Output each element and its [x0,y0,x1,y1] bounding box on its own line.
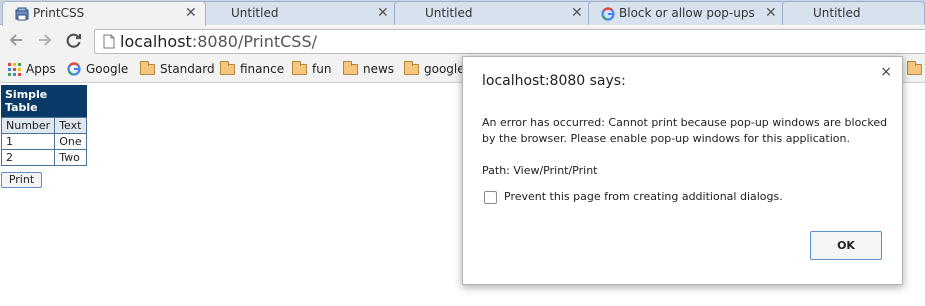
tab-close-icon[interactable]: ✕ [765,5,777,21]
bookmark-label: finance [240,62,285,76]
alert-dialog: localhost:8080 says: × An error has occu… [462,56,903,285]
browser-window: PrintCSS ✕ Untitled ✕ Untitled ✕ Block o… [0,0,925,306]
bookmark-folder-news[interactable]: news [343,60,394,78]
back-arrow-icon[interactable] [5,29,27,51]
tab-strip: PrintCSS ✕ Untitled ✕ Untitled ✕ Block o… [0,0,925,26]
bookmark-label: Apps [26,62,56,76]
navigation-toolbar: localhost:8080/PrintCSS/ [0,26,925,56]
bookmark-folder-standard[interactable]: Standard [140,60,215,78]
table-caption: Simple Table [1,85,87,117]
bookmark-label: fun [312,62,332,76]
bookmark-folder-finance[interactable]: finance [220,60,284,78]
close-icon[interactable]: × [880,64,892,80]
tab-printcss[interactable]: PrintCSS ✕ [2,1,206,26]
tab-untitled-3[interactable]: Untitled [782,1,925,25]
tab-title: Untitled [231,6,279,20]
forward-arrow-icon[interactable] [34,29,56,51]
dialog-message: An error has occurred: Cannot print beca… [482,116,888,145]
tab-block-popups[interactable]: Block or allow pop-ups in ✕ [588,1,786,25]
prevent-dialogs-checkbox[interactable] [484,191,497,204]
prevent-dialogs-label[interactable]: Prevent this page from creating addition… [504,190,783,203]
google-g-icon [601,7,615,21]
dialog-title: localhost:8080 says: [482,73,626,89]
bookmark-label: Standard [160,62,215,76]
folder-icon [292,60,307,75]
apps-grid-icon [8,62,21,76]
table-cell: Two [54,149,87,166]
tab-untitled-2[interactable]: Untitled ✕ [394,1,592,25]
google-g-icon [67,62,81,76]
table-cell: One [54,133,87,150]
folder-icon [404,60,419,75]
column-header: Text [54,117,87,134]
url-text: localhost:8080/PrintCSS/ [120,32,317,51]
table-row: 2 Two [0,149,87,166]
folder-icon [907,60,922,75]
tab-title: Untitled [425,6,473,20]
tab-untitled-1[interactable]: Untitled ✕ [200,1,398,25]
bookmark-label: Google [86,62,129,76]
tab-title: Block or allow pop-ups in [619,6,759,20]
bookmark-folder-fun[interactable]: fun [292,60,331,78]
simple-table: Simple Table Number Text 1 One 2 Two [0,85,87,166]
page-icon [103,34,115,49]
url-host: localhost [120,32,192,51]
address-bar[interactable]: localhost:8080/PrintCSS/ [94,29,925,54]
folder-icon [343,60,358,75]
folder-icon [220,60,235,75]
tab-close-icon[interactable]: ✕ [571,5,583,21]
bookmark-folder-overflow[interactable] [907,60,922,78]
table-cell: 2 [0,149,56,166]
ok-button[interactable]: OK [810,231,882,260]
bookmark-label: google [424,62,465,76]
bookmark-folder-google[interactable]: google [404,60,465,78]
bookmark-apps[interactable]: Apps [8,60,56,78]
bookmark-google[interactable]: Google [67,60,128,78]
table-cell: 1 [0,133,56,150]
url-path: :8080/PrintCSS/ [191,32,318,51]
column-header: Number [0,117,56,134]
tab-title: PrintCSS [33,6,85,20]
bookmark-label: news [363,62,395,76]
dialog-path: Path: View/Print/Print [482,164,598,177]
tab-title: Untitled [813,6,861,20]
app-favicon-icon [15,7,29,21]
tab-close-icon[interactable]: ✕ [377,5,389,21]
tab-close-icon[interactable]: ✕ [185,5,197,21]
table-header-row: Number Text [0,117,87,134]
reload-icon[interactable] [63,29,85,51]
print-button[interactable]: Print [1,172,42,188]
table-row: 1 One [0,133,87,150]
folder-icon [140,60,155,75]
